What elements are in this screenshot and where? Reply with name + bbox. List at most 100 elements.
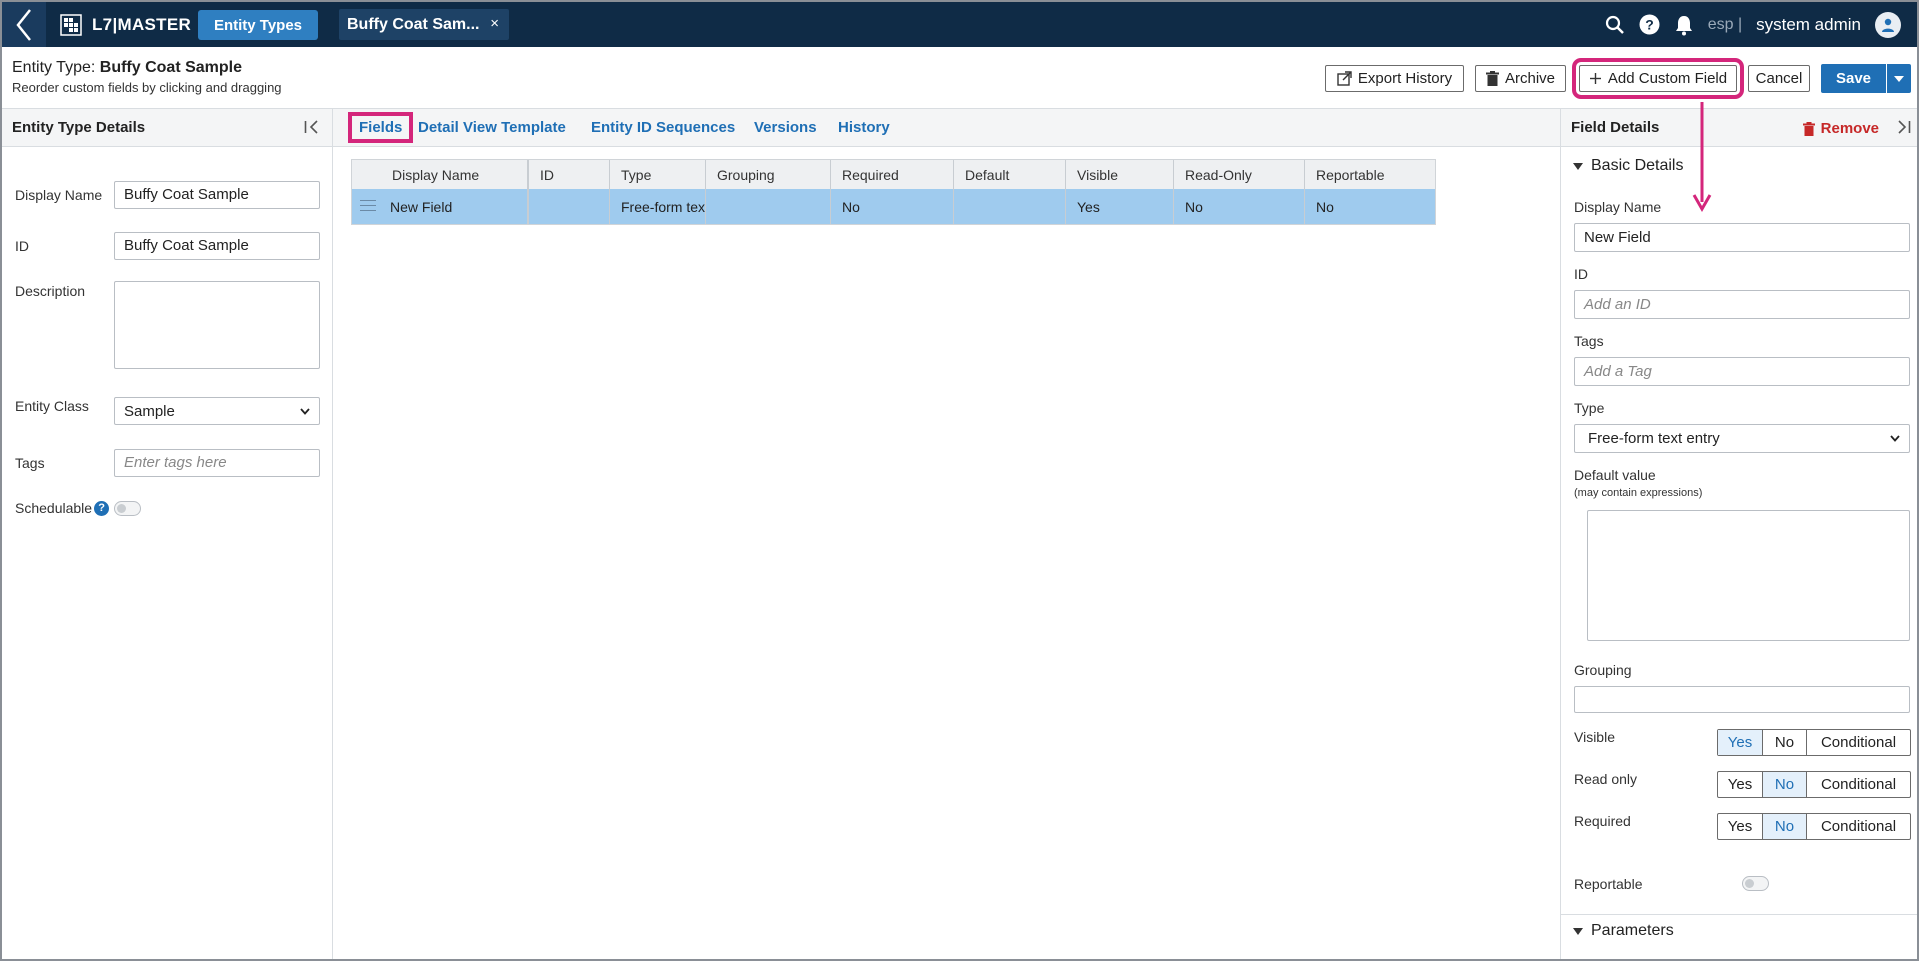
title-entity-name: Buffy Coat Sample <box>99 59 243 76</box>
field-tags-label: Tags <box>1574 333 1604 349</box>
page-header: Entity Type: Buffy Coat Sample Reorder c… <box>2 47 1917 109</box>
entity-type-details-panel: Entity Type Details Display Name Buffy C… <box>2 109 333 959</box>
document-tab[interactable]: Buffy Coat Sam... × <box>339 9 509 40</box>
chevron-down-icon <box>300 407 310 415</box>
col-read-only[interactable]: Read-Only <box>1174 160 1305 189</box>
grouping-label: Grouping <box>1574 662 1632 678</box>
field-tags-input[interactable]: Add a Tag <box>1574 357 1910 386</box>
field-type-label: Type <box>1574 400 1605 416</box>
cell-visible: Yes <box>1066 189 1174 224</box>
read-only-label: Read only <box>1574 771 1638 787</box>
cancel-button[interactable]: Cancel <box>1748 65 1810 92</box>
app-name: L7|MASTER <box>92 14 192 34</box>
display-name-field[interactable]: Buffy Coat Sample <box>114 181 320 209</box>
field-type-select[interactable]: Free-form text entry <box>1574 424 1910 453</box>
back-button[interactable] <box>2 2 46 47</box>
col-default[interactable]: Default <box>954 160 1066 189</box>
tab-history[interactable]: History <box>838 119 890 136</box>
right-panel-title: Field Details <box>1571 119 1660 136</box>
id-label: ID <box>15 238 29 254</box>
col-required[interactable]: Required <box>831 160 954 189</box>
grouping-input[interactable] <box>1574 686 1910 713</box>
cell-id <box>529 189 610 224</box>
col-visible[interactable]: Visible <box>1066 160 1174 189</box>
visible-yes-option[interactable]: Yes <box>1718 730 1763 755</box>
read-only-yes-option[interactable]: Yes <box>1718 772 1763 797</box>
close-icon[interactable]: × <box>490 15 499 32</box>
help-icon[interactable]: ? <box>94 500 110 516</box>
tab-entity-id-sequences[interactable]: Entity ID Sequences <box>591 119 735 136</box>
svg-text:?: ? <box>1645 17 1654 33</box>
basic-details-section-toggle[interactable]: Basic Details <box>1573 157 1683 175</box>
col-type[interactable]: Type <box>610 160 706 189</box>
col-reportable[interactable]: Reportable <box>1305 160 1435 189</box>
top-right-tools: ? esp | system admin <box>1605 2 1901 47</box>
save-options-button[interactable] <box>1887 64 1911 93</box>
read-only-no-option[interactable]: No <box>1763 772 1807 797</box>
avatar[interactable] <box>1875 11 1901 38</box>
required-conditional-option[interactable]: Conditional <box>1807 814 1910 839</box>
archive-button[interactable]: Archive <box>1475 65 1566 92</box>
remove-button[interactable]: Remove <box>1802 120 1879 137</box>
table-row[interactable]: New Field Free-form tex No Yes No No <box>352 189 1435 224</box>
language-indicator[interactable]: esp | <box>1708 16 1742 34</box>
left-panel-header: Entity Type Details <box>2 109 332 147</box>
external-link-icon <box>1337 71 1352 86</box>
title-prefix: Entity Type: <box>12 59 96 76</box>
tags-input[interactable]: Enter tags here <box>114 449 320 477</box>
page-title: Entity Type: Buffy Coat Sample <box>12 59 242 77</box>
caret-down-icon <box>1894 75 1904 82</box>
tab-fields[interactable]: Fields <box>347 112 414 143</box>
add-custom-field-button[interactable]: Add Custom Field <box>1572 58 1744 99</box>
visible-conditional-option[interactable]: Conditional <box>1807 730 1910 755</box>
read-only-conditional-option[interactable]: Conditional <box>1807 772 1910 797</box>
search-icon[interactable] <box>1605 15 1625 35</box>
parameters-section-toggle[interactable]: Parameters <box>1573 922 1674 940</box>
visible-no-option[interactable]: No <box>1763 730 1807 755</box>
field-display-name-label: Display Name <box>1574 199 1662 215</box>
col-grouping[interactable]: Grouping <box>706 160 831 189</box>
required-no-option[interactable]: No <box>1763 814 1807 839</box>
save-button[interactable]: Save <box>1821 64 1886 93</box>
drag-handle-icon[interactable] <box>360 200 376 215</box>
app-window: L7|MASTER Entity Types Buffy Coat Sam...… <box>0 0 1919 961</box>
field-id-label: ID <box>1574 266 1588 282</box>
help-icon[interactable]: ? <box>1639 14 1660 35</box>
add-custom-field-label: Add Custom Field <box>1607 70 1728 87</box>
field-display-name-input[interactable]: New Field <box>1574 223 1910 252</box>
back-chevron-icon <box>16 8 31 41</box>
reportable-toggle[interactable] <box>1742 876 1769 891</box>
section-divider <box>1561 914 1917 915</box>
tab-detail-view-template[interactable]: Detail View Template <box>418 119 566 136</box>
default-value-editor[interactable] <box>1587 510 1910 641</box>
col-display-name[interactable]: Display Name <box>352 160 529 189</box>
cell-type: Free-form tex <box>610 189 706 224</box>
required-label: Required <box>1574 813 1631 829</box>
collapse-right-panel-icon[interactable] <box>1897 120 1911 134</box>
schedulable-toggle[interactable] <box>114 501 141 516</box>
user-icon <box>1882 18 1894 32</box>
collapse-panel-icon[interactable] <box>304 120 320 134</box>
page-subtitle: Reorder custom fields by clicking and dr… <box>12 80 282 95</box>
col-id[interactable]: ID <box>529 160 610 189</box>
id-field[interactable]: Buffy Coat Sample <box>114 232 320 260</box>
fields-table: Display Name ID Type Grouping Required D… <box>351 159 1436 225</box>
export-history-button[interactable]: Export History <box>1325 65 1464 92</box>
cell-display-name: New Field <box>352 189 529 224</box>
entity-class-select[interactable]: Sample <box>114 397 320 425</box>
description-field[interactable] <box>114 281 320 369</box>
required-segmented-control: Yes No Conditional <box>1717 813 1911 840</box>
user-name[interactable]: system admin <box>1756 15 1861 35</box>
cell-read-only: No <box>1174 189 1305 224</box>
field-id-input[interactable]: Add an ID <box>1574 290 1910 319</box>
required-yes-option[interactable]: Yes <box>1718 814 1763 839</box>
tab-versions[interactable]: Versions <box>754 119 817 136</box>
nav-entity-types[interactable]: Entity Types <box>198 10 318 40</box>
trash-icon <box>1802 121 1815 136</box>
chevron-down-icon <box>1890 435 1900 442</box>
default-value-hint: (may contain expressions) <box>1574 487 1703 499</box>
app-logo[interactable]: L7|MASTER <box>60 12 191 37</box>
trash-icon <box>1485 71 1499 86</box>
bell-icon[interactable] <box>1674 14 1694 36</box>
default-value-label: Default value <box>1574 467 1656 483</box>
